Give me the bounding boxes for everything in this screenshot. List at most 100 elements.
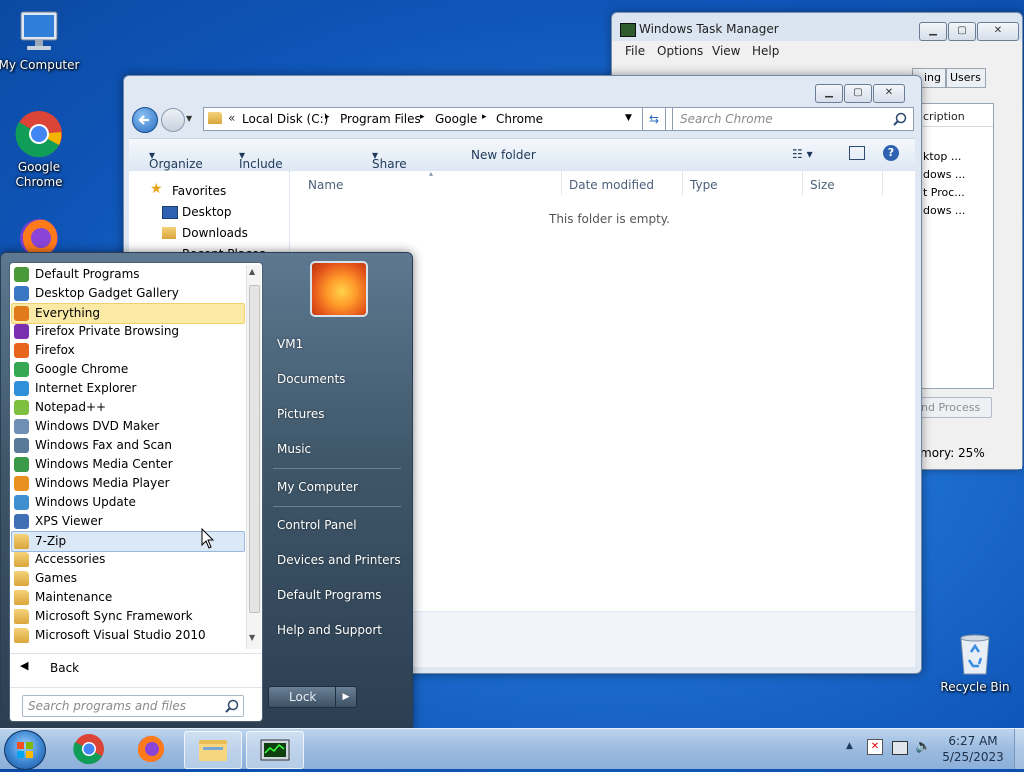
network-icon[interactable] xyxy=(892,741,908,755)
start-button[interactable] xyxy=(4,730,46,770)
program-item[interactable]: Default Programs xyxy=(12,265,244,284)
view-options-icon[interactable]: ☷ ▾ xyxy=(792,147,813,161)
start-item-devices-printers[interactable]: Devices and Printers xyxy=(277,553,401,567)
menu-options[interactable]: Options xyxy=(657,44,703,58)
process-row[interactable]: ktop ... xyxy=(923,150,961,163)
column-size[interactable]: Size xyxy=(810,178,835,192)
lock-button[interactable]: Lock xyxy=(268,686,336,708)
address-dropdown-icon[interactable]: ▼ xyxy=(625,113,632,123)
breadcrumb-overflow[interactable]: « xyxy=(228,111,235,125)
program-item[interactable]: Windows Fax and Scan xyxy=(12,436,244,455)
breadcrumb-google[interactable]: Google xyxy=(435,112,477,126)
clock[interactable]: 6:27 AM 5/25/2023 xyxy=(936,733,1010,765)
start-item-pictures[interactable]: Pictures xyxy=(277,407,325,421)
refresh-button[interactable]: ⇆ xyxy=(642,107,666,131)
program-item[interactable]: Everything xyxy=(11,303,245,324)
preview-pane-icon[interactable] xyxy=(849,146,865,160)
close-button[interactable]: ✕ xyxy=(977,22,1019,41)
program-item[interactable]: Internet Explorer xyxy=(12,379,244,398)
taskbar-chrome[interactable] xyxy=(61,731,117,767)
action-center-icon[interactable]: ✕ xyxy=(867,739,883,755)
program-folder[interactable]: Games xyxy=(12,569,244,588)
process-row[interactable]: t Proc... xyxy=(923,186,965,199)
search-input[interactable]: Search Chrome xyxy=(672,107,914,131)
program-item[interactable]: Firefox xyxy=(12,341,244,360)
menu-view[interactable]: View xyxy=(712,44,740,58)
taskbar-task-manager[interactable] xyxy=(246,731,304,769)
start-item-default-programs[interactable]: Default Programs xyxy=(277,588,382,602)
program-item[interactable]: Google Chrome xyxy=(12,360,244,379)
tab-users[interactable]: Users xyxy=(946,68,986,88)
back-button[interactable] xyxy=(132,107,158,133)
program-icon xyxy=(14,457,29,472)
program-label: Windows DVD Maker xyxy=(35,419,160,433)
breadcrumb-chrome[interactable]: Chrome xyxy=(496,112,543,126)
program-folder[interactable]: Maintenance xyxy=(12,588,244,607)
desktop-icon-my-computer[interactable]: My Computer xyxy=(0,8,81,72)
process-row[interactable]: dows ... xyxy=(923,168,965,181)
start-item-documents[interactable]: Documents xyxy=(277,372,345,386)
back-button[interactable]: ◀ Back xyxy=(14,656,254,680)
program-item[interactable]: Windows DVD Maker xyxy=(12,417,244,436)
program-item[interactable]: Windows Media Center xyxy=(12,455,244,474)
nav-downloads[interactable]: Downloads xyxy=(182,226,248,240)
scroll-thumb[interactable] xyxy=(249,285,260,613)
desktop-icon-recycle-bin[interactable]: Recycle Bin xyxy=(933,630,1017,694)
program-item[interactable]: Desktop Gadget Gallery xyxy=(12,284,244,303)
program-folder[interactable]: Microsoft Sync Framework xyxy=(12,607,244,626)
taskbar-explorer[interactable] xyxy=(184,731,242,769)
share-with-button[interactable]: Share with ▾ xyxy=(372,148,407,185)
start-item-control-panel[interactable]: Control Panel xyxy=(277,518,357,532)
program-item[interactable]: Windows Media Player xyxy=(12,474,244,493)
program-folder[interactable]: Accessories xyxy=(12,550,244,569)
desktop-icon-google-chrome[interactable]: Google Chrome xyxy=(0,110,81,190)
menu-help[interactable]: Help xyxy=(752,44,779,58)
column-type[interactable]: Type xyxy=(690,178,718,192)
taskbar-firefox[interactable] xyxy=(123,731,179,767)
start-item-my-computer[interactable]: My Computer xyxy=(277,480,358,494)
maximize-button[interactable]: ▢ xyxy=(844,84,872,103)
minimize-button[interactable]: ▁ xyxy=(815,84,843,103)
minimize-button[interactable]: ▁ xyxy=(919,22,947,41)
start-item-help-support[interactable]: Help and Support xyxy=(277,623,382,637)
scroll-up-icon[interactable]: ▲ xyxy=(249,267,255,276)
nav-favorites[interactable]: Favorites xyxy=(172,184,226,198)
folder-icon xyxy=(14,590,29,605)
shutdown-options-button[interactable]: ▶ xyxy=(335,686,357,708)
program-item[interactable]: Windows Update xyxy=(12,493,244,512)
programs-scrollbar[interactable]: ▲ ▼ xyxy=(246,265,261,649)
close-button[interactable]: ✕ xyxy=(873,84,905,103)
folder-icon xyxy=(14,552,29,567)
column-date-modified[interactable]: Date modified xyxy=(569,178,654,192)
nav-desktop[interactable]: Desktop xyxy=(182,205,232,219)
volume-icon[interactable]: 🔈 xyxy=(915,739,931,754)
help-icon[interactable]: ? xyxy=(883,145,899,161)
breadcrumb-local-disk[interactable]: Local Disk (C:) xyxy=(242,112,328,126)
program-item[interactable]: Notepad++ xyxy=(12,398,244,417)
show-desktop-button[interactable] xyxy=(1014,729,1024,769)
recent-pages-dropdown[interactable]: ▼ xyxy=(186,114,192,123)
start-item-music[interactable]: Music xyxy=(277,442,311,456)
organize-button[interactable]: Organize ▾ xyxy=(149,148,203,171)
show-hidden-icons-button[interactable]: ▲ xyxy=(846,741,853,751)
breadcrumb-program-files[interactable]: Program Files xyxy=(340,112,421,126)
new-folder-button[interactable]: New folder xyxy=(471,148,536,162)
maximize-button[interactable]: ▢ xyxy=(948,22,976,41)
program-item[interactable]: Firefox Private Browsing xyxy=(12,322,244,341)
end-process-button[interactable]: nd Process xyxy=(912,397,992,418)
include-in-library-button[interactable]: Include in library ▾ xyxy=(239,148,283,199)
scroll-down-icon[interactable]: ▼ xyxy=(249,633,255,642)
column-header-description[interactable]: cription xyxy=(923,110,965,123)
search-programs-input[interactable]: Search programs and files xyxy=(22,695,244,717)
column-name[interactable]: Name xyxy=(308,178,343,192)
program-folder[interactable]: Microsoft Visual Studio 2010 xyxy=(12,626,244,645)
user-picture[interactable] xyxy=(310,261,368,317)
address-bar[interactable]: « Local Disk (C:) ▸ Program Files ▸ Goog… xyxy=(203,107,673,131)
folder-icon xyxy=(14,609,29,624)
forward-button[interactable] xyxy=(161,108,185,132)
process-row[interactable]: dows ... xyxy=(923,204,965,217)
arrow-left-icon: ◀ xyxy=(20,659,29,672)
menu-file[interactable]: File xyxy=(625,44,645,58)
start-item-user[interactable]: VM1 xyxy=(277,337,303,351)
program-label: Internet Explorer xyxy=(35,381,137,395)
